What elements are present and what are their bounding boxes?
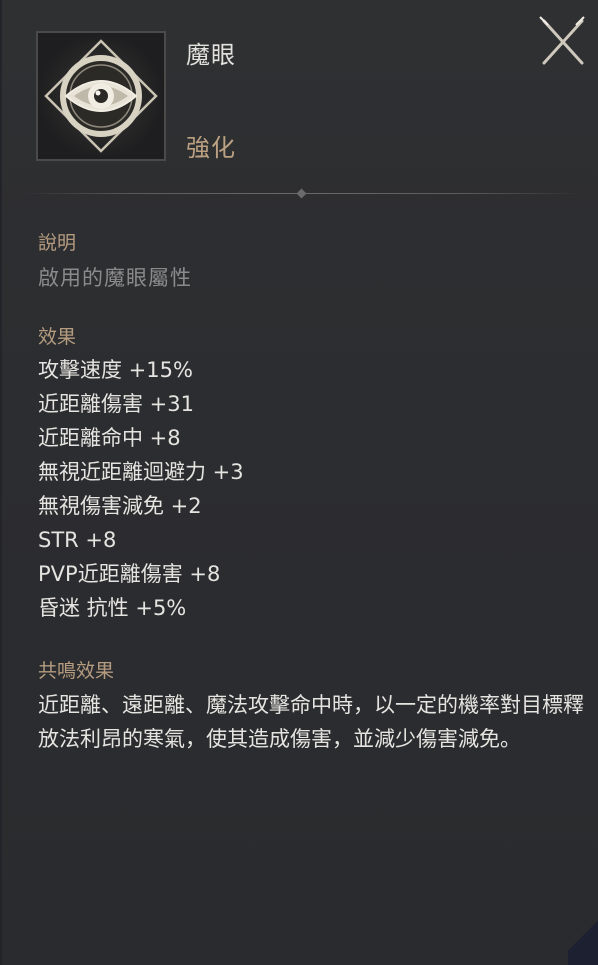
effect-line: 攻擊速度 +15% (38, 358, 193, 382)
effect-line: 無視近距離迴避力 +3 (38, 460, 244, 484)
description-label: 說明 (38, 232, 77, 254)
effect-line: STR +8 (38, 528, 117, 552)
resonance-label: 共鳴效果 (38, 660, 115, 682)
effect-line: PVP近距離傷害 +8 (38, 562, 221, 586)
effects-label: 效果 (38, 326, 77, 348)
magic-eye-icon (38, 33, 164, 159)
description-text: 啟用的魔眼屬性 (38, 266, 192, 290)
item-name: 魔眼 (186, 41, 236, 69)
effects-list: 攻擊速度 +15% 近距離傷害 +31 近距離命中 +8 無視近距離迴避力 +3… (38, 356, 244, 628)
effect-line: 近距離傷害 +31 (38, 392, 194, 416)
divider-ornament-icon (296, 188, 307, 199)
effect-line: 無視傷害減免 +2 (38, 494, 202, 518)
item-type: 強化 (186, 134, 236, 162)
effect-line: 近距離命中 +8 (38, 426, 181, 450)
close-button[interactable] (536, 15, 588, 67)
tooltip-panel: 魔眼 強化 說明 啟用的魔眼屬性 效果 攻擊速度 +15% 近距離傷害 +31 … (0, 0, 598, 965)
item-icon-frame (36, 31, 166, 161)
close-icon (539, 16, 585, 65)
header-divider (24, 188, 580, 199)
effect-line: 昏迷 抗性 +5% (38, 596, 187, 620)
resonance-text: 近距離、遠距離、魔法攻擊命中時，以一定的機率對目標釋放法利昂的寒氣，使其造成傷害… (38, 693, 584, 751)
